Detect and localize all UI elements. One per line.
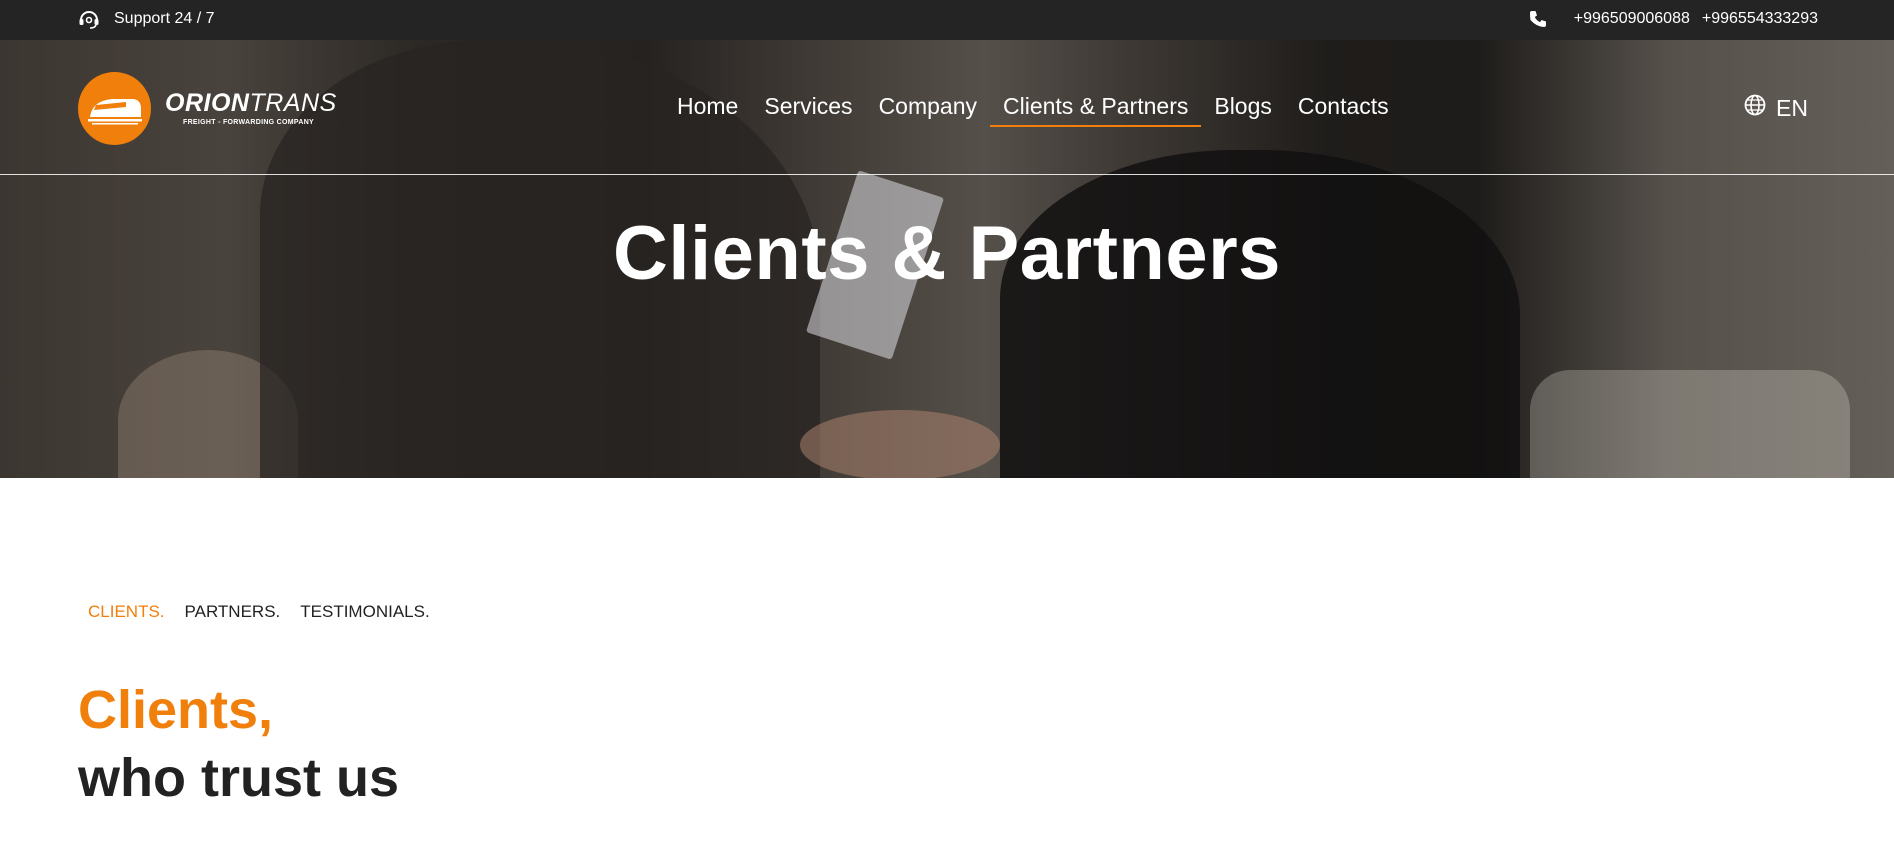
globe-icon [1744, 94, 1766, 122]
nav-clients-partners[interactable]: Clients & Partners [990, 93, 1202, 128]
language-label: EN [1776, 94, 1808, 121]
nav-services[interactable]: Services [751, 93, 865, 127]
nav-company[interactable]: Company [866, 93, 990, 127]
main-nav: Home Services Company Clients & Partners… [664, 93, 1402, 128]
nav-home[interactable]: Home [664, 93, 751, 127]
logo-tagline: FREIGHT - FORWARDING COMPANY [183, 119, 315, 126]
section-heading-accent: Clients, [78, 680, 274, 740]
phone-link-2[interactable]: +996554333293 [1702, 10, 1818, 28]
site-logo[interactable]: ORIONTRANS FREIGHT - FORWARDING COMPANY [78, 72, 337, 145]
support-label: Support 24 / 7 [114, 10, 215, 27]
header-divider [0, 174, 1894, 175]
phone-link-1[interactable]: +996509006088 [1574, 10, 1690, 28]
section-tabs: CLIENTS. PARTNERS. TESTIMONIALS. [88, 602, 430, 622]
tab-clients[interactable]: CLIENTS. [88, 602, 165, 622]
tab-partners[interactable]: PARTNERS. [185, 602, 281, 622]
phone-icon [1528, 9, 1548, 29]
top-bar: Support 24 / 7 +996509006088 +9965543332… [0, 0, 1894, 40]
train-icon [78, 72, 151, 145]
logo-wordmark: ORIONTRANS [165, 89, 337, 117]
section-heading: Clients, who trust us [78, 677, 399, 812]
hero-banner: ORIONTRANS FREIGHT - FORWARDING COMPANY … [0, 40, 1894, 478]
section-heading-rest: who trust us [78, 747, 399, 808]
headset-icon [78, 9, 100, 29]
hero-photo-sofa [1530, 370, 1850, 478]
nav-contacts[interactable]: Contacts [1285, 93, 1402, 127]
tab-testimonials[interactable]: TESTIMONIALS. [300, 602, 429, 622]
nav-blogs[interactable]: Blogs [1201, 93, 1285, 127]
language-switcher[interactable]: EN [1744, 94, 1808, 122]
support-info: Support 24 / 7 [78, 9, 215, 29]
hero-photo-handshake [800, 410, 1000, 478]
hero-photo-woman [1000, 150, 1520, 478]
phone-numbers: +996509006088 +996554333293 [1528, 9, 1818, 29]
page-title: Clients & Partners [613, 211, 1281, 296]
